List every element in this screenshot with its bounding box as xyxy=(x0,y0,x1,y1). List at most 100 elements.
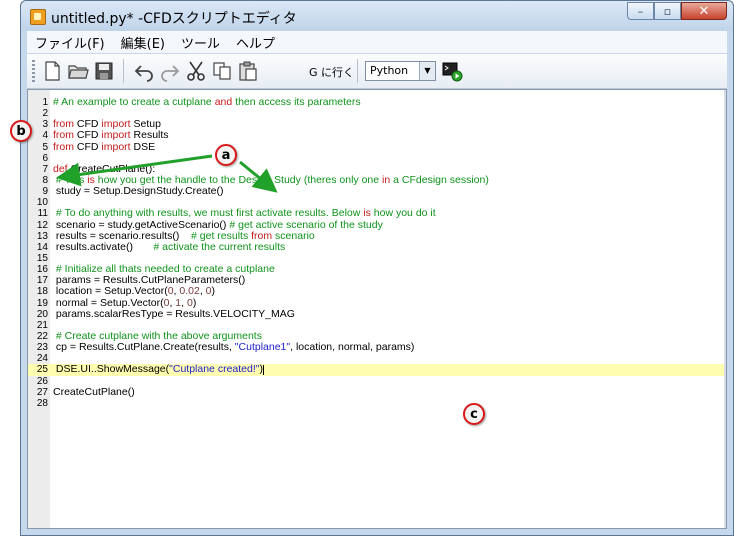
code-text: cp = Results.CutPlane.Create(results, "C… xyxy=(53,341,415,354)
app-icon xyxy=(30,9,46,25)
menu-edit[interactable]: 編集(E) xyxy=(113,33,173,52)
code-token: cp = Results.CutPlane.Create(results, xyxy=(53,341,235,354)
line-number: 25 xyxy=(36,364,48,376)
menu-tools[interactable]: ツール xyxy=(173,33,228,52)
code-token: from xyxy=(53,140,74,153)
code-token: , location, normal, params) xyxy=(290,341,415,354)
code-text: results.activate() # activate the curren… xyxy=(53,240,286,253)
copy-icon[interactable] xyxy=(211,60,233,82)
undo-icon[interactable] xyxy=(133,60,155,82)
line-number: 27 xyxy=(36,386,48,398)
menu-file[interactable]: ファイル(F) xyxy=(27,33,113,52)
toolbar-separator xyxy=(357,59,358,83)
chevron-down-icon[interactable]: ▼ xyxy=(419,62,435,80)
code-line[interactable]: 20 params.scalarResType = Results.VELOCI… xyxy=(28,307,726,320)
line-number: 7 xyxy=(42,163,48,175)
menu-bar: ファイル(F) 編集(E) ツール ヘルプ xyxy=(27,31,727,53)
window-title: untitled.py* -CFDスクリプトエディタ xyxy=(51,11,297,27)
goto-line-button[interactable]: G に行く xyxy=(309,64,354,80)
code-text: CreateCutPlane() xyxy=(53,385,135,398)
line-number: 18 xyxy=(36,286,48,298)
callout-c: c xyxy=(463,403,485,425)
language-select[interactable]: Python ▼ xyxy=(365,61,436,81)
code-token: CFD xyxy=(74,140,102,153)
code-text: DSE.UI..ShowMessage("Cutplane created!") xyxy=(53,364,264,375)
menu-help[interactable]: ヘルプ xyxy=(228,33,283,52)
code-editor[interactable]: 1 # An example to create a cutplane and t… xyxy=(27,89,727,529)
code-token: results.activate() xyxy=(53,240,154,253)
line-number: 22 xyxy=(36,330,48,342)
title-bar[interactable]: untitled.py* -CFDスクリプトエディタ – ▫ ✕ xyxy=(21,1,733,31)
code-token: in xyxy=(382,173,391,186)
code-token: CreateCutPlane() xyxy=(53,385,135,398)
code-lines: 1 # An example to create a cutplane and t… xyxy=(28,96,726,409)
line-number: 16 xyxy=(36,264,48,276)
code-token: and xyxy=(214,96,233,108)
line-number: 19 xyxy=(36,297,48,309)
code-line[interactable]: 27 CreateCutPlane() xyxy=(28,385,726,398)
code-token: "Cutplane created!" xyxy=(169,363,260,376)
line-number: 15 xyxy=(36,252,48,264)
line-number: 28 xyxy=(36,397,48,409)
line-number: 12 xyxy=(36,219,48,231)
line-number: 2 xyxy=(42,108,48,120)
code-token: "Cutplane1" xyxy=(234,341,291,354)
line-number: 6 xyxy=(42,152,48,164)
code-token: DSE.UI..ShowMessage( xyxy=(53,363,170,376)
code-token: then access its parameters xyxy=(232,96,361,108)
language-select-value: Python xyxy=(370,64,409,77)
toolbar: G に行く Python ▼ xyxy=(27,54,727,89)
code-line[interactable]: 25 DSE.UI..ShowMessage("Cutplane created… xyxy=(28,364,726,376)
code-line[interactable]: 9 study = Setup.DesignStudy.Create() xyxy=(28,186,726,198)
line-number: 10 xyxy=(36,197,48,209)
save-icon[interactable] xyxy=(93,60,115,82)
line-number: 20 xyxy=(36,308,48,320)
editor-window: untitled.py* -CFDスクリプトエディタ – ▫ ✕ ファイル(F)… xyxy=(20,0,734,536)
code-token: # activate the current results xyxy=(153,240,286,253)
code-line[interactable]: 14 results.activate() # activate the cur… xyxy=(28,240,726,253)
line-number: 5 xyxy=(42,141,48,153)
code-token: import xyxy=(101,140,131,153)
line-number: 14 xyxy=(36,241,48,253)
line-number: 23 xyxy=(36,342,48,354)
line-number: 1 xyxy=(42,97,48,108)
line-number: 21 xyxy=(36,319,48,331)
code-token: # An example to create a cutplane xyxy=(53,96,215,108)
line-number: 9 xyxy=(42,186,48,198)
code-token: params.scalarResType = Results.VELOCITY_… xyxy=(53,307,295,320)
line-number: 24 xyxy=(36,353,48,365)
new-file-icon[interactable] xyxy=(41,60,63,82)
code-token: ) xyxy=(211,285,216,298)
toolbar-grip[interactable] xyxy=(32,60,35,82)
run-script-icon[interactable] xyxy=(441,60,463,82)
code-line[interactable]: 28 xyxy=(28,398,726,409)
code-line[interactable]: 5 from CFD import DSE xyxy=(28,140,726,153)
toolbar-separator xyxy=(123,59,124,83)
code-token: DSE xyxy=(130,140,156,153)
cut-icon[interactable] xyxy=(185,60,207,82)
line-number: 8 xyxy=(42,174,48,186)
code-line[interactable]: 1 # An example to create a cutplane and t… xyxy=(28,96,726,108)
code-token: a CFdesign session) xyxy=(390,173,489,186)
callout-a: a xyxy=(215,144,237,166)
maximize-button[interactable]: ▫ xyxy=(654,2,681,20)
paste-icon[interactable] xyxy=(237,60,259,82)
text-cursor xyxy=(262,364,264,375)
line-number: 13 xyxy=(36,230,48,242)
open-folder-icon[interactable] xyxy=(67,60,89,82)
minimize-button[interactable]: – xyxy=(627,2,654,20)
code-token: study = Setup.DesignStudy.Create() xyxy=(53,185,224,198)
line-number: 17 xyxy=(36,275,48,287)
code-line[interactable]: 23 cp = Results.CutPlane.Create(results,… xyxy=(28,341,726,354)
line-number: 11 xyxy=(37,208,48,220)
redo-icon[interactable] xyxy=(159,60,181,82)
callout-b: b xyxy=(10,120,32,142)
code-text: study = Setup.DesignStudy.Create() xyxy=(53,186,224,197)
close-button[interactable]: ✕ xyxy=(681,2,727,20)
editor-scroll-edge xyxy=(724,90,726,528)
code-text: params.scalarResType = Results.VELOCITY_… xyxy=(53,307,295,320)
line-number: 26 xyxy=(36,375,48,387)
code-text: # An example to create a cutplane and th… xyxy=(53,96,361,108)
code-text: from CFD import DSE xyxy=(53,140,156,153)
window-controls: – ▫ ✕ xyxy=(627,2,727,20)
